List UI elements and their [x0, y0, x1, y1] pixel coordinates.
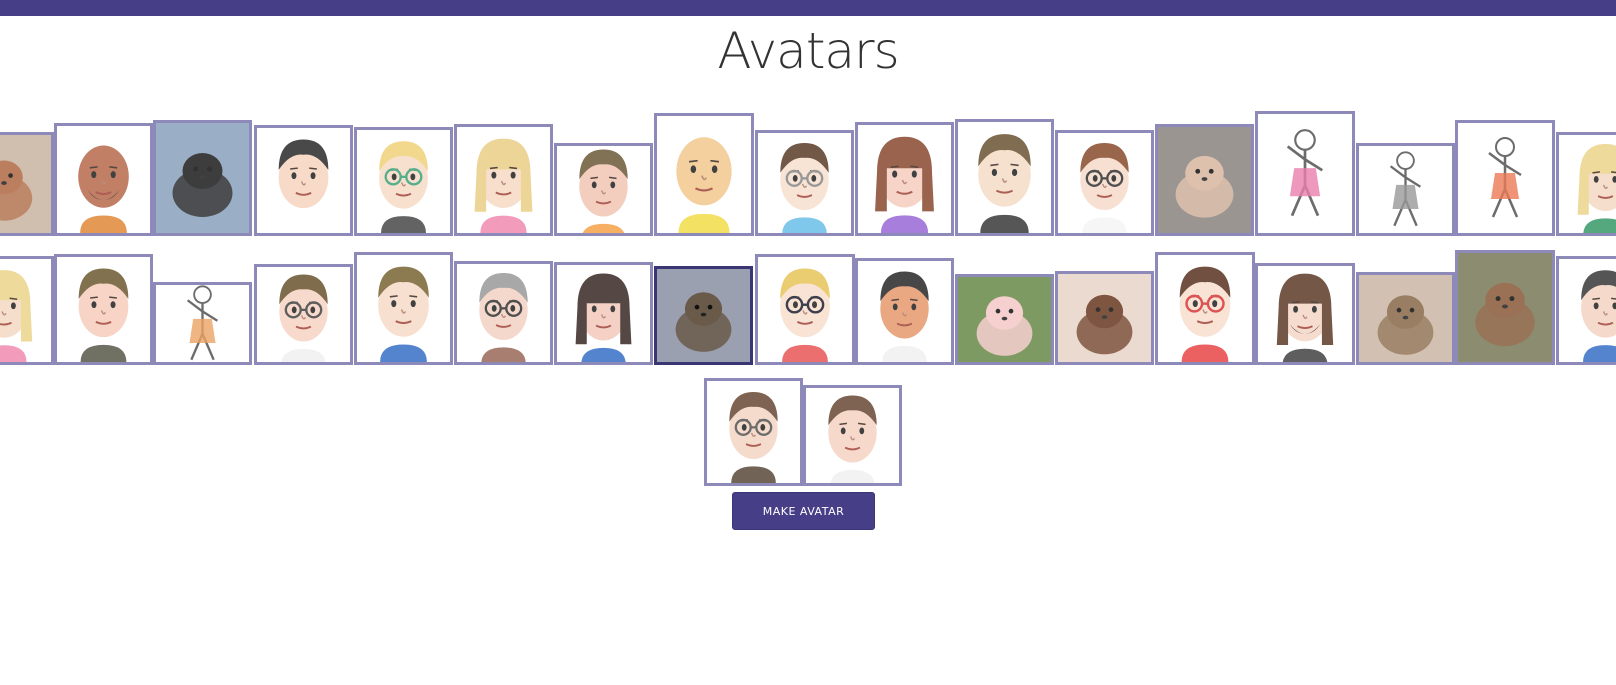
- avatar-option-mii-bald-beard[interactable]: [54, 123, 153, 236]
- avatar-image: [0, 259, 51, 362]
- avatar-option-mii-long-hair[interactable]: [554, 262, 653, 365]
- avatar-image: [1359, 146, 1452, 233]
- avatar-option-cartoon-kid[interactable]: [153, 282, 252, 365]
- avatar-option-mii-blonde-woman[interactable]: [454, 124, 553, 236]
- avatar-option-mii-spiky[interactable]: [1556, 256, 1616, 365]
- avatar-image: [457, 127, 550, 233]
- avatar-option-mii-man-glasses[interactable]: [755, 130, 854, 236]
- avatar-option-mii-grey-glasses[interactable]: [454, 261, 553, 365]
- avatar-image: [1158, 127, 1251, 233]
- avatar-image: [958, 277, 1051, 362]
- avatar-image: [1458, 253, 1552, 362]
- avatar-option-hedgehog[interactable]: [654, 266, 753, 365]
- avatar-option-mii-tan[interactable]: [855, 258, 954, 365]
- avatar-image: [357, 255, 450, 362]
- avatar-image: [357, 130, 450, 233]
- avatar-option-mii-long-chin[interactable]: [955, 119, 1054, 236]
- avatar-image: [156, 285, 249, 362]
- avatar-option-mii-blonde-edge-2[interactable]: [0, 256, 54, 365]
- avatar-option-mii-black-hair[interactable]: [254, 125, 353, 236]
- avatar-image: [806, 388, 899, 483]
- avatar-image: [257, 128, 350, 233]
- make-avatar-button[interactable]: MAKE AVATAR: [732, 492, 875, 530]
- avatar-option-deer[interactable]: [0, 132, 54, 236]
- avatar-option-mii-big-glasses[interactable]: [1055, 130, 1154, 236]
- avatar-option-mii-glasses-bob[interactable]: [704, 378, 803, 486]
- avatar-image: [858, 261, 951, 362]
- avatar-option-kitten[interactable]: [1155, 124, 1254, 236]
- avatar-image: [1458, 123, 1552, 233]
- top-bar: [0, 0, 1616, 16]
- avatar-option-mii-mask[interactable]: [755, 254, 855, 365]
- avatar-image: [257, 267, 350, 362]
- avatar-option-mii-goatee[interactable]: [1255, 263, 1355, 365]
- avatar-option-mii-old-man[interactable]: [554, 143, 653, 236]
- avatar-image: [858, 125, 951, 233]
- avatar-option-panda[interactable]: [153, 120, 252, 236]
- avatar-image: [1359, 275, 1452, 362]
- avatar-image: [758, 133, 851, 233]
- avatar-image: [557, 265, 650, 362]
- avatar-option-horse[interactable]: [1455, 250, 1555, 365]
- avatar-option-mii-brown-bowl[interactable]: [803, 385, 902, 486]
- avatar-image: [1058, 133, 1151, 233]
- avatar-option-mii-blonde-boy[interactable]: [354, 127, 453, 236]
- avatar-image: [0, 135, 51, 233]
- avatar-option-mii-woman-brown[interactable]: [855, 122, 954, 236]
- avatar-image: [1058, 274, 1151, 362]
- avatar-image: [57, 126, 150, 233]
- avatar-option-sketch-dog[interactable]: [1356, 143, 1455, 236]
- avatar-option-mii-bald-yellow[interactable]: [654, 113, 754, 236]
- avatar-image: [657, 269, 750, 362]
- avatar-option-mii-red-glasses[interactable]: [1155, 252, 1255, 365]
- avatar-option-puppy[interactable]: [1055, 271, 1154, 365]
- avatar-image: [1158, 255, 1252, 362]
- avatar-image: [1258, 114, 1352, 233]
- avatar-image: [657, 116, 751, 233]
- avatar-option-mii-blonde-edge[interactable]: [1556, 132, 1616, 236]
- avatar-option-mii-square-glasses[interactable]: [254, 264, 353, 365]
- avatar-option-sloth[interactable]: [1356, 272, 1455, 365]
- avatar-image: [758, 257, 852, 362]
- avatar-option-mii-blue-shirt[interactable]: [354, 252, 453, 365]
- avatar-option-dancing-girl[interactable]: [1455, 120, 1555, 236]
- avatar-image: [1559, 259, 1616, 362]
- avatar-image: [1258, 266, 1352, 362]
- avatar-image: [57, 257, 150, 362]
- avatar-image: [457, 264, 550, 362]
- avatar-image: [1559, 135, 1616, 233]
- avatar-image: [707, 381, 800, 483]
- avatar-option-mii-freckles[interactable]: [54, 254, 153, 365]
- avatar-option-dancing-lady[interactable]: [1255, 111, 1355, 236]
- avatar-option-piglet[interactable]: [955, 274, 1054, 365]
- avatar-image: [156, 123, 249, 233]
- avatar-image: [958, 122, 1051, 233]
- avatar-image: [557, 146, 650, 233]
- page-title: Avatars: [717, 22, 899, 80]
